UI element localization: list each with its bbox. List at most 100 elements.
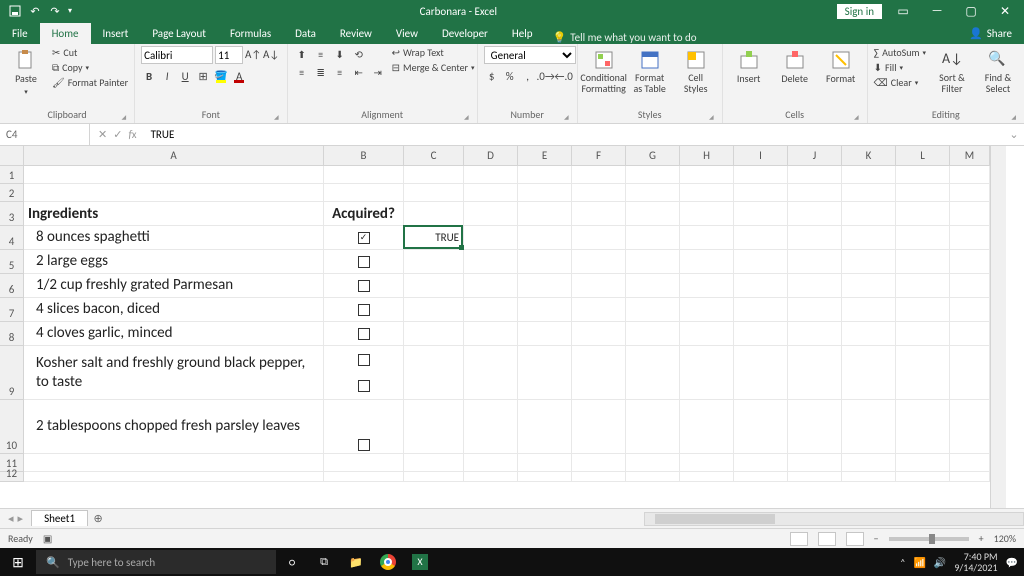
cell-A11[interactable] (24, 454, 324, 472)
col-header-F[interactable]: F (572, 146, 626, 166)
share-button[interactable]: 👤 Share (957, 23, 1024, 44)
cell-L8[interactable] (896, 322, 950, 346)
row-header-6[interactable]: 6 (0, 274, 24, 298)
delete-cells-button[interactable]: Delete (775, 46, 815, 85)
col-header-E[interactable]: E (518, 146, 572, 166)
col-header-A[interactable]: A (24, 146, 324, 166)
notifications-icon[interactable]: 💬 (1006, 556, 1018, 569)
cell-I8[interactable] (734, 322, 788, 346)
cell-H2[interactable] (680, 184, 734, 202)
checkbox[interactable] (358, 256, 370, 268)
macro-record-icon[interactable]: ▣ (43, 532, 52, 545)
cell-G12[interactable] (626, 472, 680, 482)
cell-G8[interactable] (626, 322, 680, 346)
currency-icon[interactable]: $ (484, 68, 500, 84)
cell-K6[interactable] (842, 274, 896, 298)
save-icon[interactable] (8, 4, 22, 18)
chrome-button[interactable] (372, 548, 404, 576)
cell-A9[interactable]: Kosher salt and freshly ground black pep… (24, 346, 324, 400)
comma-icon[interactable]: , (520, 68, 536, 84)
tab-insert[interactable]: Insert (91, 23, 141, 44)
cell-M10[interactable] (950, 400, 990, 454)
format-as-table-button[interactable]: Format as Table (630, 46, 670, 94)
cell-D6[interactable] (464, 274, 518, 298)
row-header-8[interactable]: 8 (0, 322, 24, 346)
minimize-icon[interactable]: — (924, 4, 950, 18)
cell-D12[interactable] (464, 472, 518, 482)
cell-J10[interactable] (788, 400, 842, 454)
col-header-J[interactable]: J (788, 146, 842, 166)
cell-F6[interactable] (572, 274, 626, 298)
cell-F11[interactable] (572, 454, 626, 472)
name-box[interactable]: C4 (0, 124, 90, 145)
increase-decimal-icon[interactable]: .0→ (538, 68, 554, 84)
checkbox[interactable] (358, 354, 370, 366)
cell-B8[interactable] (324, 322, 404, 346)
cell-D1[interactable] (464, 166, 518, 184)
cell-I4[interactable] (734, 226, 788, 250)
cell-D2[interactable] (464, 184, 518, 202)
cell-L9[interactable] (896, 346, 950, 400)
checkbox[interactable]: ✓ (358, 232, 370, 244)
new-sheet-button[interactable]: ⊕ (88, 512, 108, 525)
align-top-icon[interactable]: ⬆ (294, 46, 310, 62)
cell-C10[interactable] (404, 400, 464, 454)
cell-M1[interactable] (950, 166, 990, 184)
cell-J1[interactable] (788, 166, 842, 184)
orientation-icon[interactable]: ⟲ (351, 46, 367, 62)
cell-J4[interactable] (788, 226, 842, 250)
insert-cells-button[interactable]: Insert (729, 46, 769, 85)
cell-H7[interactable] (680, 298, 734, 322)
cell-H6[interactable] (680, 274, 734, 298)
checkbox[interactable] (358, 304, 370, 316)
cell-J12[interactable] (788, 472, 842, 482)
cell-L11[interactable] (896, 454, 950, 472)
cell-B9[interactable] (324, 346, 404, 400)
cell-A7[interactable]: 4 slices bacon, diced (24, 298, 324, 322)
cell-E2[interactable] (518, 184, 572, 202)
cell-I12[interactable] (734, 472, 788, 482)
cell-J2[interactable] (788, 184, 842, 202)
cell-I5[interactable] (734, 250, 788, 274)
cortana-button[interactable]: ○ (276, 548, 308, 576)
cell-M2[interactable] (950, 184, 990, 202)
italic-button[interactable]: I (159, 68, 175, 84)
cell-K10[interactable] (842, 400, 896, 454)
tray-volume-icon[interactable]: 🔊 (934, 556, 946, 569)
maximize-icon[interactable]: ▢ (958, 4, 984, 19)
tab-page-layout[interactable]: Page Layout (140, 23, 218, 44)
sort-filter-button[interactable]: A↓Sort & Filter (932, 46, 972, 94)
cell-K7[interactable] (842, 298, 896, 322)
cell-I7[interactable] (734, 298, 788, 322)
cell-M11[interactable] (950, 454, 990, 472)
cell-D8[interactable] (464, 322, 518, 346)
file-explorer-button[interactable]: 📁 (340, 548, 372, 576)
cell-J11[interactable] (788, 454, 842, 472)
cell-L5[interactable] (896, 250, 950, 274)
cell-L2[interactable] (896, 184, 950, 202)
expand-formula-bar-icon[interactable]: ⌄ (1004, 128, 1024, 141)
cell-D3[interactable] (464, 202, 518, 226)
cell-L10[interactable] (896, 400, 950, 454)
cell-G3[interactable] (626, 202, 680, 226)
sign-in-button[interactable]: Sign in (837, 4, 882, 19)
tab-developer[interactable]: Developer (430, 23, 500, 44)
page-break-view-button[interactable] (846, 532, 864, 546)
cell-K2[interactable] (842, 184, 896, 202)
vertical-scrollbar[interactable] (990, 146, 1006, 508)
cell-J5[interactable] (788, 250, 842, 274)
cell-A12[interactable] (24, 472, 324, 482)
cell-E1[interactable] (518, 166, 572, 184)
cell-A2[interactable] (24, 184, 324, 202)
col-header-K[interactable]: K (842, 146, 896, 166)
normal-view-button[interactable] (790, 532, 808, 546)
conditional-formatting-button[interactable]: Conditional Formatting (584, 46, 624, 94)
tab-formulas[interactable]: Formulas (218, 23, 283, 44)
select-all-corner[interactable] (0, 146, 24, 166)
row-header-7[interactable]: 7 (0, 298, 24, 322)
cell-I2[interactable] (734, 184, 788, 202)
cell-E4[interactable] (518, 226, 572, 250)
percent-icon[interactable]: % (502, 68, 518, 84)
cell-G6[interactable] (626, 274, 680, 298)
cell-I10[interactable] (734, 400, 788, 454)
